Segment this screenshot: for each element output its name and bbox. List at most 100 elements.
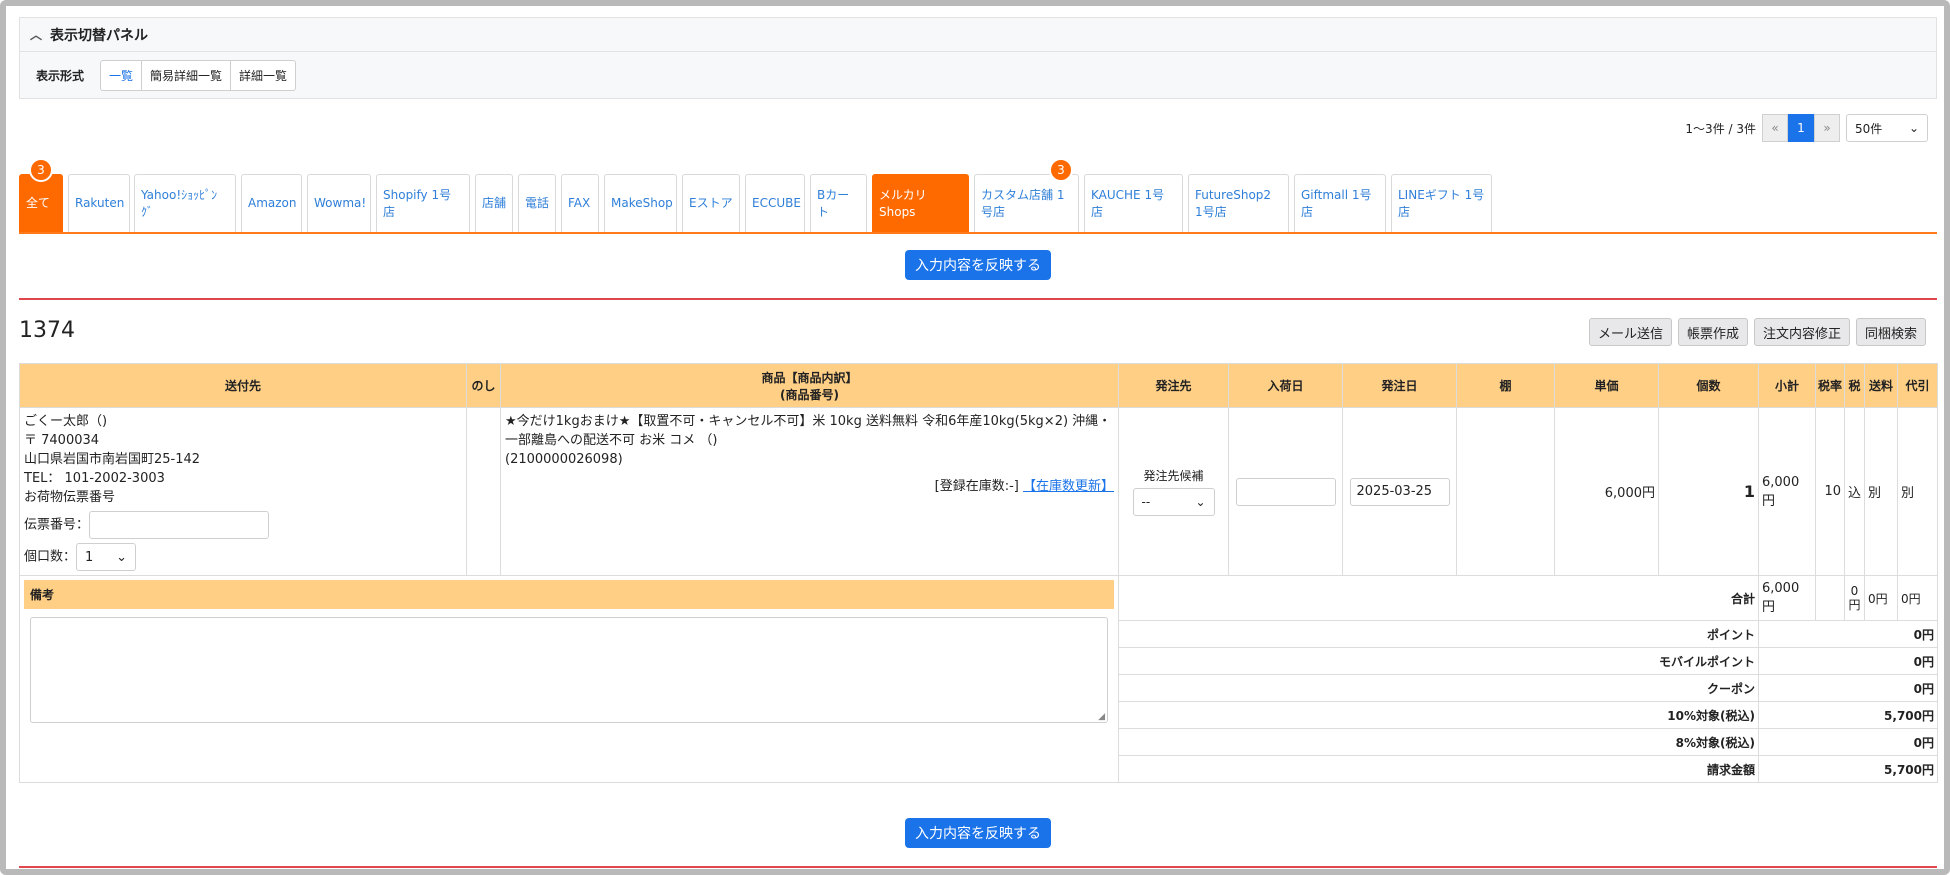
page-content: ︿ 表示切替パネル 表示形式 一覧 簡易詳細一覧 詳細一覧 1〜3件 / 3件 … [12,12,1938,869]
supplier-select-value: -- [1141,495,1151,509]
panel-header[interactable]: ︿ 表示切替パネル [20,18,1936,52]
summary-value: 5,700円 [1758,755,1938,783]
tab-line-gift[interactable]: LINEギフト 1号店 [1391,174,1492,232]
qty-cell: 1 [1658,407,1759,576]
tab-fax[interactable]: FAX [561,174,599,232]
tab-phone[interactable]: 電話 [518,174,556,232]
summary-label: ポイント [1118,620,1759,648]
order-table: 送付先 のし 商品【商品内訳】 (商品番号) 発注先 入荷日 発注日 棚 単価 … [19,363,1938,783]
total-tax-rate [1815,575,1845,621]
tab-kauche[interactable]: KAUCHE 1号店 [1084,174,1183,232]
arrival-date-input[interactable] [1235,477,1336,506]
summary-label: モバイルポイント [1118,647,1759,675]
per-page-select[interactable]: 50件 ⌄ [1846,114,1928,142]
tab-custom-store[interactable]: カスタム店舗 1号店 [974,174,1079,232]
edit-order-button[interactable]: 注文内容修正 [1753,318,1850,346]
chevron-down-icon: ⌄ [1195,495,1206,509]
tab-label: Amazon [248,196,297,210]
table-header-row: 送付先 のし 商品【商品内訳】 (商品番号) 発注先 入荷日 発注日 棚 単価 … [19,363,1938,408]
slip-row: 伝票番号： [24,511,462,539]
subtotal-cell: 6,000円 [1758,407,1816,576]
tab-label: Rakuten [75,196,125,210]
supplier-candidate-label: 発注先候補 [1143,469,1204,483]
tab-all[interactable]: 全て [19,174,63,232]
summary-label: 8%対象(税込) [1118,728,1759,756]
tab-rakuten[interactable]: Rakuten [68,174,130,232]
bundle-search-button[interactable]: 同梱検索 [1855,318,1926,346]
tab-store[interactable]: 店舗 [475,174,513,232]
resize-handle-icon[interactable]: ◢ [1098,712,1105,722]
tab-label: MakeShop [611,196,673,210]
dest-tel: TEL： 101-2002-3003 [24,471,165,486]
summary-value: 0円 [1758,674,1938,702]
tab-amazon[interactable]: Amazon [241,174,302,232]
tax-rate-cell: 10 [1815,407,1845,576]
window-frame: ︿ 表示切替パネル 表示形式 一覧 簡易詳細一覧 詳細一覧 1〜3件 / 3件 … [0,0,1950,875]
create-report-button[interactable]: 帳票作成 [1677,318,1748,346]
prev-page-button[interactable]: « [1762,114,1788,142]
page-1-button[interactable]: 1 [1788,114,1814,142]
col-order-date: 発注日 [1342,363,1457,408]
slip-number-input[interactable] [89,511,270,539]
tab-yahoo[interactable]: Yahoo!ｼｮｯﾋﾟﾝｸﾞ [134,174,236,232]
tab-mercari-shops[interactable]: メルカリShops [872,174,969,232]
tab-giftmall[interactable]: Giftmall 1号店 [1294,174,1386,232]
order-number: 1374 [19,318,75,343]
tab-label: Wowma! [314,196,367,210]
order-date-cell: 2025-03-25 [1342,407,1457,576]
format-simple-detail-button[interactable]: 簡易詳細一覧 [142,60,232,90]
total-shipping: 0円 [1864,575,1898,621]
total-row: 備考 ◢ 合計 6,000円 0 円 0円 0円 [19,575,1938,783]
tab-shopify[interactable]: Shopify 1号店 [376,174,470,232]
tab-futureshop2[interactable]: FutureShop2 1号店 [1188,174,1289,232]
tab-label: 電話 [525,196,550,210]
next-page-button[interactable]: » [1814,114,1840,142]
apply-button-top[interactable]: 入力内容を反映する [905,250,1051,280]
panel-title: 表示切替パネル [50,27,148,44]
tab-bcart[interactable]: Bカート [810,174,867,232]
send-mail-button[interactable]: メール送信 [1588,318,1672,346]
slip-title: お荷物伝票番号 [24,490,116,505]
summary-value: 0円 [1758,620,1938,648]
format-detail-button[interactable]: 詳細一覧 [231,61,295,90]
supplier-select[interactable]: -- ⌄ [1132,488,1215,516]
col-supplier: 発注先 [1118,363,1229,408]
summary-value: 0円 [1758,728,1938,756]
tab-label: Yahoo!ｼｮｯﾋﾟﾝｸﾞ [141,187,218,219]
tab-label: KAUCHE 1号店 [1091,187,1165,219]
dest-cell: ごくー太郎（) 〒 7400034 山口県岩国市南岩国町25-142 TEL： … [19,407,467,576]
chevron-up-icon[interactable]: ︿ [30,26,50,43]
summary-label: 10%対象(税込) [1118,701,1759,729]
boxes-row: 個口数： 1 ⌄ [24,543,462,571]
tab-estore[interactable]: Eストア [682,174,740,232]
tab-label: ECCUBE [752,196,801,210]
boxes-value: 1 [85,549,94,565]
dest-address: 山口県岩国市南岩国町25-142 [24,452,201,467]
col-product-title: 商品【商品内訳】 [761,370,858,385]
noshi-cell [466,407,501,576]
notes-cell: 備考 ◢ [19,575,1119,783]
product-code: (2100000026098) [505,452,623,467]
tab-wowma[interactable]: Wowma! [307,174,371,232]
tab-makeshop[interactable]: MakeShop [604,174,677,232]
format-list-button[interactable]: 一覧 [101,60,143,90]
apply-button-bottom[interactable]: 入力内容を反映する [905,818,1051,848]
stock-update-link[interactable]: 【在庫数更新】 [1023,479,1114,494]
shipping-cell: 別 [1864,407,1898,576]
per-page-value: 50件 [1855,121,1883,136]
result-count: 1〜3件 / 3件 [1685,121,1756,136]
dest-zip: 〒 7400034 [24,433,100,448]
col-dest: 送付先 [19,363,467,408]
channel-tabs: 全て 3 Rakuten Yahoo!ｼｮｯﾋﾟﾝｸﾞ Amazon Wowma… [19,158,1937,234]
summary-label: クーポン [1118,674,1759,702]
notes-header: 備考 [24,580,1114,609]
total-cod: 0円 [1897,575,1938,621]
boxes-select[interactable]: 1 ⌄ [76,543,137,571]
col-noshi: のし [466,363,501,408]
order-date-input[interactable]: 2025-03-25 [1349,477,1450,506]
stock-line: [登録在庫数:-] 【在庫数更新】 [505,477,1114,496]
panel-body: 表示形式 一覧 簡易詳細一覧 詳細一覧 [20,52,1936,98]
tab-eccube[interactable]: ECCUBE [745,174,805,232]
tab-custom-store-badge: 3 [1049,158,1073,182]
notes-textarea[interactable]: ◢ [30,617,1108,723]
